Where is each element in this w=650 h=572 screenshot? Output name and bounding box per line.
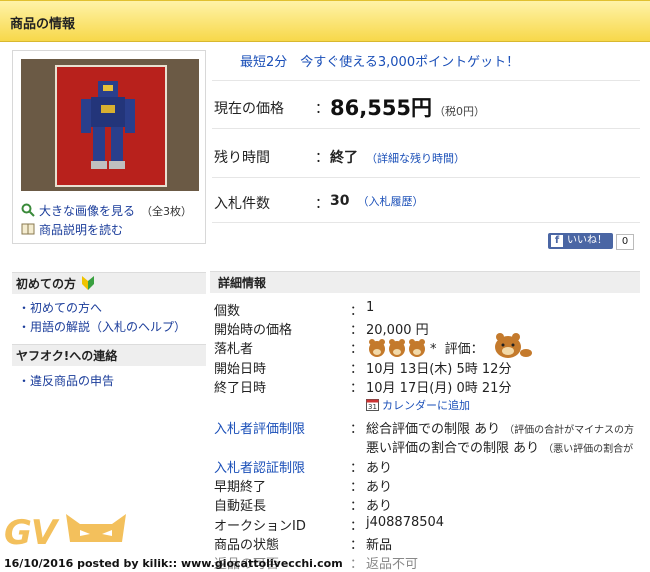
- contact-title: ヤフオク!への連絡: [16, 349, 118, 363]
- detail-value-winner: * 評価：: [366, 333, 532, 359]
- read-description-link[interactable]: 商品説明を読む: [21, 221, 123, 238]
- detail-colon: ：: [350, 557, 364, 572]
- time-left: 終了 （詳細な残り時間）: [330, 147, 465, 167]
- detail-label-start-time: 開始日時: [214, 362, 267, 377]
- divider: [212, 177, 640, 178]
- detail-value-auth-limit: あり: [366, 461, 393, 476]
- rating-label: 評価：: [444, 342, 484, 357]
- detail-value-rating-limit: 総合評価での制限 あり （評価の合計がマイナスの方: [366, 418, 634, 437]
- rating-limit-text: 総合評価での制限 あり: [366, 422, 501, 437]
- detail-label-winner: 落札者: [214, 342, 254, 357]
- detail-value-start-time: 10月 13日(木) 5時 12分: [366, 362, 512, 377]
- winner-id: *: [430, 342, 437, 357]
- gv-watermark: GV: [4, 512, 128, 553]
- divider: [212, 80, 640, 81]
- beginner-leaf-icon: [82, 276, 95, 290]
- magnifier-icon: [21, 203, 35, 217]
- facebook-like: f いいね！ 0: [548, 233, 634, 250]
- facebook-like-button[interactable]: f いいね！: [548, 233, 613, 249]
- detail-colon: ：: [350, 381, 364, 396]
- detail-colon: ：: [350, 538, 364, 553]
- robot-figure-icon: [81, 81, 135, 169]
- detail-value-end-time: 10月 17日(月) 0時 21分: [366, 381, 512, 396]
- detail-label-auto-extend: 自動延長: [214, 499, 267, 514]
- svg-text:31: 31: [368, 403, 377, 411]
- product-image[interactable]: [21, 59, 199, 191]
- detail-value-returns: 返品不可: [366, 557, 419, 572]
- detail-label-auction-id: オークションID: [214, 519, 306, 534]
- detail-value-condition: 新品: [366, 538, 393, 553]
- price-label: 現在の価格: [214, 101, 284, 117]
- detail-colon: ：: [350, 422, 364, 437]
- bids-label: 入札件数: [214, 196, 270, 212]
- view-large-image-link[interactable]: 大きな画像を見る （全3枚）: [21, 202, 192, 219]
- like-count: 0: [616, 234, 634, 250]
- detail-colon: ：: [350, 323, 364, 338]
- bids: 30 （入札履歴）: [330, 193, 423, 209]
- facebook-like-label[interactable]: いいね！: [567, 235, 607, 246]
- divider: [212, 222, 640, 223]
- rating-limit-note: （評価の合計がマイナスの方: [504, 425, 634, 436]
- divider: [212, 128, 640, 129]
- rating-bear-icon[interactable]: [488, 333, 532, 359]
- read-description-label[interactable]: 商品説明を読む: [39, 223, 123, 237]
- beginner-title: 初めての方: [16, 277, 77, 291]
- add-to-calendar-label[interactable]: カレンダーに追加: [382, 399, 470, 412]
- detail-colon: ：: [350, 304, 364, 319]
- bad-rating-limit-text: 悪い評価の割合での制限 あり: [366, 441, 540, 456]
- time-colon: ：: [315, 150, 329, 166]
- view-large-label[interactable]: 大きな画像を見る: [39, 204, 135, 218]
- current-price: 86,555円 （税0円）: [330, 92, 485, 122]
- promo-link[interactable]: 最短2分 今すぐ使える3,000ポイントゲット！: [240, 51, 519, 70]
- time-detail-link[interactable]: （詳細な残り時間）: [366, 152, 465, 165]
- bad-rating-limit-note: （悪い評価の割合が: [543, 444, 634, 455]
- section-header: 商品の情報: [0, 0, 650, 42]
- footer-credit: 16/10/2016 posted by kilik:: www.giocatt…: [4, 557, 343, 570]
- details-title: 詳細情報: [218, 276, 267, 290]
- bids-count: 30: [330, 193, 350, 209]
- time-left-label: 残り時間: [214, 150, 270, 166]
- product-thumbnail-box: 大きな画像を見る （全3枚） 商品説明を読む: [12, 50, 206, 244]
- detail-colon: ：: [350, 480, 364, 495]
- cat-logo-icon: [66, 514, 127, 542]
- detail-colon: ：: [350, 342, 364, 357]
- detail-label-condition: 商品の状態: [214, 538, 280, 553]
- sidebar-link-beginner[interactable]: ・初めての方へ: [18, 299, 102, 316]
- detail-label-start-price: 開始時の価格: [214, 323, 293, 338]
- bids-colon: ：: [315, 196, 329, 212]
- detail-value-bad-rating-limit: 悪い評価の割合での制限 あり （悪い評価の割合が: [366, 437, 633, 456]
- detail-label-early-end: 早期終了: [214, 480, 267, 495]
- detail-value-auto-extend: あり: [366, 499, 393, 514]
- book-icon: [21, 223, 35, 235]
- add-to-calendar-link[interactable]: 31 カレンダーに追加: [366, 397, 470, 413]
- detail-colon: ：: [350, 362, 364, 377]
- sidebar-link-glossary[interactable]: ・用語の解説（入札のヘルプ）: [18, 318, 186, 335]
- detail-label-auth-limit[interactable]: 入札者認証制限: [214, 457, 305, 476]
- facebook-icon: f: [551, 235, 563, 247]
- image-count: （全3枚）: [141, 205, 193, 218]
- detail-value-auction-id: j408878504: [366, 515, 445, 530]
- detail-label-rating-limit[interactable]: 入札者評価制限: [214, 418, 305, 437]
- price-value: 86,555円: [330, 96, 433, 120]
- detail-colon: ：: [350, 461, 364, 476]
- section-title: 商品の情報: [10, 17, 76, 32]
- contact-heading: ヤフオク!への連絡: [12, 344, 206, 366]
- detail-value-quantity: 1: [366, 300, 375, 315]
- detail-label-quantity: 個数: [214, 304, 241, 319]
- detail-label-end-time: 終了日時: [214, 381, 267, 396]
- time-left-value: 終了: [330, 150, 358, 166]
- calendar-icon: 31: [366, 399, 379, 411]
- detail-value-early-end: あり: [366, 480, 393, 495]
- sidebar-link-report[interactable]: ・違反商品の申告: [18, 372, 114, 389]
- tax-note: （税0円）: [434, 105, 486, 118]
- detail-colon: ：: [350, 519, 364, 534]
- bid-history-link[interactable]: （入札履歴）: [357, 195, 423, 208]
- gv-logo-text: GV: [4, 513, 57, 553]
- beginner-heading: 初めての方: [12, 272, 206, 294]
- details-heading: 詳細情報: [210, 271, 640, 293]
- bear-icons: [369, 339, 425, 357]
- detail-colon: ：: [350, 499, 364, 514]
- price-colon: ：: [315, 101, 329, 117]
